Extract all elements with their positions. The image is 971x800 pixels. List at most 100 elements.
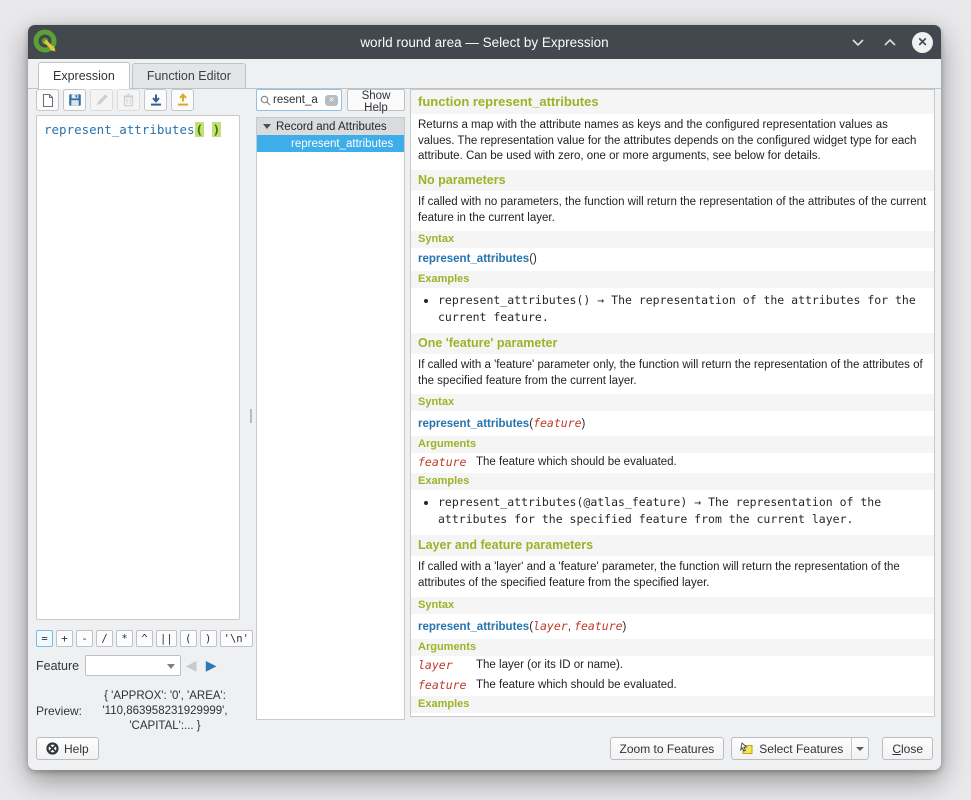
- shade-icon[interactable]: [848, 32, 868, 52]
- function-list-panel: ✕ Show Help Record and Attributes repres…: [256, 89, 405, 720]
- arrow-glyph: →: [694, 495, 701, 509]
- new-expression-button[interactable]: [36, 89, 59, 111]
- arg-layer-name: layer: [418, 658, 476, 673]
- save-expression-button[interactable]: [63, 89, 86, 111]
- previous-feature-button[interactable]: ◀: [181, 656, 201, 676]
- select-features-button[interactable]: Select Features: [732, 738, 851, 759]
- operator-buttons: = + - / * ^ || ( ) '\n': [36, 630, 253, 647]
- feature-row: Feature ◀ ▶: [36, 655, 248, 676]
- show-help-button[interactable]: Show Help: [347, 89, 405, 111]
- zoom-to-features-button[interactable]: Zoom to Features: [610, 737, 725, 760]
- argument-row: feature The feature which should be eval…: [411, 453, 934, 473]
- dialog-footer: Help Zoom to Features Select Features Cl…: [28, 735, 941, 762]
- close-window-icon[interactable]: ✕: [912, 32, 933, 53]
- op-multiply-button[interactable]: *: [116, 630, 133, 647]
- op-divide-button[interactable]: /: [96, 630, 113, 647]
- expression-close-paren: ): [212, 122, 222, 137]
- new-file-icon: [41, 93, 55, 108]
- combo-arrow-icon: [167, 664, 175, 669]
- feature-combobox[interactable]: [85, 655, 181, 676]
- close-button-label: Close: [892, 742, 923, 756]
- tree-group-record-and-attributes[interactable]: Record and Attributes: [257, 118, 404, 135]
- arg-feature-desc: The feature which should be evaluated.: [476, 455, 677, 470]
- syntax3-function-name: represent_attributes: [418, 621, 529, 633]
- select-features-label: Select Features: [759, 742, 843, 756]
- pencil-icon: [95, 93, 109, 107]
- tab-expression[interactable]: Expression: [38, 62, 130, 89]
- tree-item-represent-attributes[interactable]: represent_attributes: [257, 135, 404, 152]
- syntax2-function-name: represent_attributes: [418, 418, 529, 430]
- function-search-input[interactable]: [273, 94, 325, 106]
- select-features-icon: [740, 742, 754, 755]
- argument-row: feature The feature which should be eval…: [411, 676, 934, 696]
- op-close-paren-button[interactable]: ): [200, 630, 217, 647]
- function-search-box: ✕: [256, 89, 342, 111]
- help-button-label: Help: [64, 742, 89, 756]
- example1-code: represent_attributes(): [438, 293, 590, 307]
- expand-triangle-icon: [263, 124, 271, 129]
- tab-function-editor[interactable]: Function Editor: [132, 63, 246, 88]
- arg-feature-name: feature: [418, 455, 476, 470]
- section-title-one-feature-parameter: One 'feature' parameter: [411, 333, 934, 354]
- example-item: represent_attributes(@atlas_feature) → T…: [438, 494, 927, 528]
- help-intro: Returns a map with the attribute names a…: [411, 114, 934, 170]
- maximize-icon[interactable]: [880, 32, 900, 52]
- tree-group-label: Record and Attributes: [276, 121, 387, 133]
- export-expressions-button[interactable]: [171, 89, 194, 111]
- section1-examples-label: Examples: [411, 271, 934, 288]
- help-button[interactable]: Help: [36, 737, 99, 760]
- section2-body: If called with a 'feature' parameter onl…: [411, 354, 934, 394]
- help-icon: [46, 742, 59, 755]
- syntax1-parens: (): [529, 253, 537, 265]
- select-features-split-button: Select Features: [731, 737, 869, 760]
- section3-arguments-label: Arguments: [411, 639, 934, 656]
- op-power-button[interactable]: ^: [136, 630, 153, 647]
- import-arrow-icon: [149, 93, 163, 107]
- argument-row: layer The layer (or its ID or name).: [411, 656, 934, 676]
- arg-feature-desc: The feature which should be evaluated.: [476, 678, 677, 693]
- example-item: represent_attributes() → The representat…: [438, 292, 927, 326]
- arg-layer-desc: The layer (or its ID or name).: [476, 658, 623, 673]
- expression-editor[interactable]: represent_attributes( ): [36, 115, 240, 620]
- section1-body: If called with no parameters, the functi…: [411, 191, 934, 231]
- syntax2-close: ): [582, 418, 586, 430]
- syntax1-function-name: represent_attributes: [418, 253, 529, 265]
- example2-code: represent_attributes(@atlas_feature): [438, 495, 687, 509]
- titlebar[interactable]: world round area — Select by Expression …: [28, 25, 941, 59]
- search-icon: [260, 95, 271, 106]
- trash-icon: [122, 93, 135, 107]
- op-minus-button[interactable]: -: [76, 630, 93, 647]
- tab-bar: Expression Function Editor: [28, 59, 941, 89]
- op-plus-button[interactable]: +: [56, 630, 73, 647]
- expression-panel: represent_attributes( ) = + - / * ^ || (…: [36, 89, 248, 720]
- section3-syntax: represent_attributes(layer, feature): [411, 614, 934, 639]
- op-open-paren-button[interactable]: (: [180, 630, 197, 647]
- example-item: represent_attributes('atlas_layer', @atl…: [438, 717, 927, 718]
- window-title: world round area — Select by Expression: [28, 35, 941, 50]
- expression-space: [204, 122, 212, 137]
- select-features-dropdown[interactable]: [851, 738, 868, 759]
- save-icon: [68, 93, 82, 107]
- section2-syntax: represent_attributes(feature): [411, 411, 934, 436]
- op-equals-button[interactable]: =: [36, 630, 53, 647]
- section1-syntax: represent_attributes(): [411, 248, 934, 271]
- syntax3-close: ): [623, 621, 627, 633]
- next-feature-button[interactable]: ▶: [201, 656, 221, 676]
- export-arrow-icon: [176, 93, 190, 107]
- close-button[interactable]: Close: [882, 737, 933, 760]
- delete-expression-button[interactable]: [117, 89, 140, 111]
- function-help-panel: function represent_attributes Returns a …: [410, 89, 935, 717]
- function-tree: Record and Attributes represent_attribut…: [256, 117, 405, 720]
- panel-splitter[interactable]: [247, 89, 255, 720]
- section2-syntax-label: Syntax: [411, 394, 934, 411]
- select-by-expression-dialog: world round area — Select by Expression …: [28, 25, 941, 770]
- section3-examples: represent_attributes('atlas_layer', @atl…: [411, 713, 934, 718]
- preview-label: Preview:: [36, 704, 82, 718]
- op-concat-button[interactable]: ||: [156, 630, 177, 647]
- clear-search-icon[interactable]: ✕: [325, 95, 338, 106]
- import-expressions-button[interactable]: [144, 89, 167, 111]
- zoom-to-features-label: Zoom to Features: [620, 742, 715, 756]
- arrow-glyph: →: [597, 293, 604, 307]
- edit-expression-button[interactable]: [90, 89, 113, 111]
- dropdown-arrow-icon: [856, 747, 864, 751]
